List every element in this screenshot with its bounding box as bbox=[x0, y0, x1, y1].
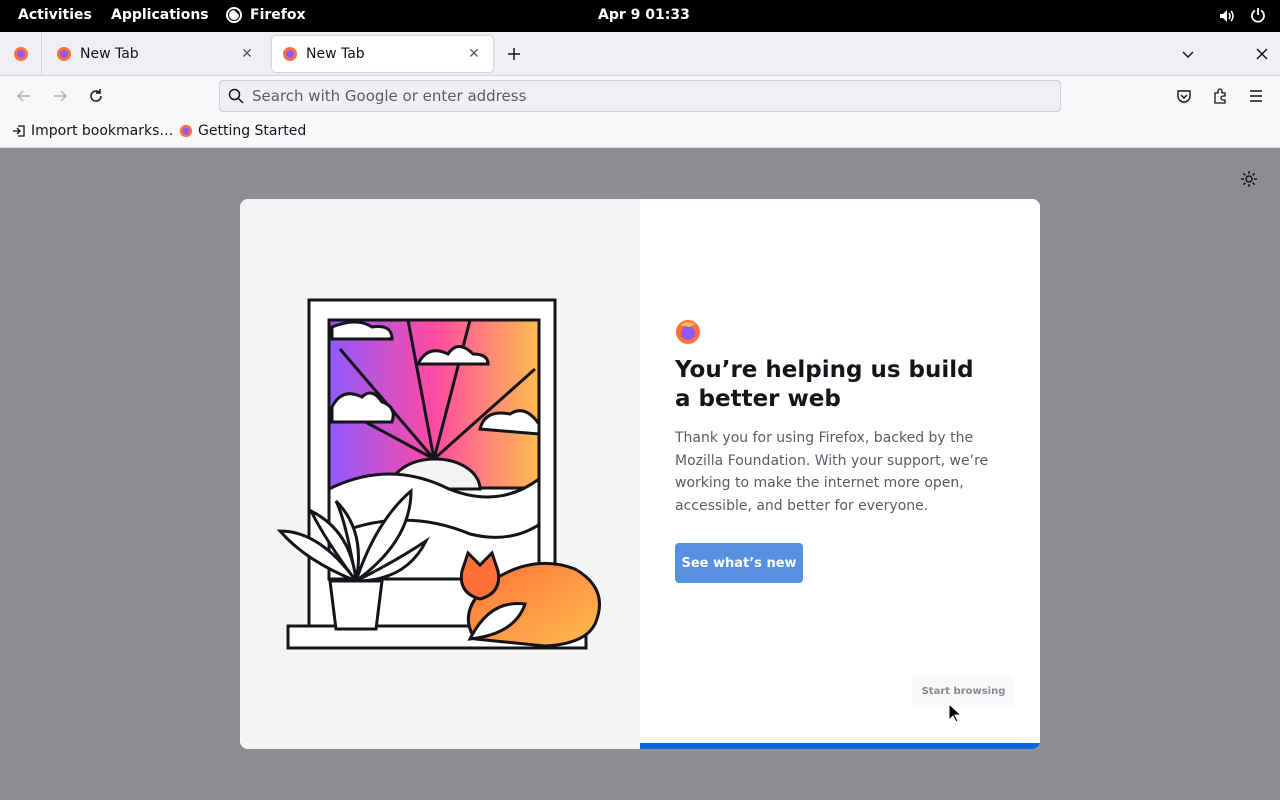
settings-button[interactable] bbox=[1239, 169, 1259, 189]
plus-icon bbox=[508, 48, 520, 60]
volume-icon bbox=[1220, 10, 1234, 22]
firefox-view-button[interactable] bbox=[0, 32, 42, 76]
gear-icon bbox=[1241, 171, 1257, 187]
app-menu-label: Firefox bbox=[250, 7, 306, 23]
gnome-top-bar: Activities Applications Firefox Apr 9 01… bbox=[0, 0, 1280, 32]
firefox-icon bbox=[226, 7, 242, 23]
pocket-icon bbox=[1177, 90, 1191, 103]
new-tab-button[interactable] bbox=[504, 44, 524, 64]
tab-label: New Tab bbox=[80, 46, 139, 62]
system-tray[interactable] bbox=[1218, 7, 1266, 25]
bookmark-import[interactable]: Import bookmarks… bbox=[12, 123, 173, 139]
window-fox-illustration bbox=[276, 298, 601, 650]
onboarding-dialog: You’re helping us build a better web Tha… bbox=[240, 199, 1040, 749]
reload-icon bbox=[90, 89, 102, 102]
onboarding-body: Thank you for using Firefox, backed by t… bbox=[675, 430, 989, 514]
forward-button[interactable] bbox=[50, 86, 70, 106]
content-panel: You’re helping us build a better web Tha… bbox=[640, 199, 1040, 749]
start-browsing-button[interactable]: Start browsing bbox=[912, 675, 1015, 707]
tab-new-tab-1[interactable]: New Tab ✕ bbox=[46, 36, 266, 72]
app-menu[interactable]: Firefox bbox=[226, 7, 306, 23]
import-icon bbox=[13, 125, 25, 137]
app-menu-button[interactable] bbox=[1246, 86, 1266, 106]
onboarding-headline: You’re helping us build a better web bbox=[675, 357, 974, 412]
extensions-button[interactable] bbox=[1210, 86, 1230, 106]
url-bar[interactable] bbox=[219, 80, 1061, 112]
puzzle-icon bbox=[1214, 88, 1226, 104]
page-content: You’re helping us build a better web Tha… bbox=[0, 148, 1280, 800]
illustration-panel bbox=[240, 199, 640, 749]
tab-label: New Tab bbox=[306, 46, 365, 62]
forward-arrow-icon bbox=[54, 90, 68, 102]
close-tab-icon[interactable]: ✕ bbox=[238, 45, 256, 63]
firefox-icon bbox=[179, 124, 193, 138]
navigation-toolbar bbox=[0, 76, 1280, 116]
firefox-icon bbox=[57, 47, 71, 61]
firefox-icon bbox=[676, 320, 700, 344]
onboarding-progress-bar bbox=[640, 743, 1040, 749]
mouse-cursor-icon bbox=[948, 703, 962, 723]
bookmark-label: Import bookmarks… bbox=[31, 123, 174, 139]
close-tab-icon[interactable]: ✕ bbox=[465, 45, 483, 63]
power-icon bbox=[1251, 8, 1265, 23]
activities-button[interactable]: Activities bbox=[18, 7, 92, 23]
bookmarks-toolbar: Import bookmarks… Getting Started bbox=[0, 116, 1280, 148]
progress-fill bbox=[640, 743, 1040, 749]
address-input[interactable] bbox=[252, 87, 1012, 105]
window-close-button[interactable] bbox=[1252, 44, 1272, 64]
bookmark-label: Getting Started bbox=[198, 123, 307, 139]
bookmark-getting-started[interactable]: Getting Started bbox=[179, 123, 306, 139]
list-all-tabs-button[interactable] bbox=[1178, 44, 1198, 64]
applications-menu[interactable]: Applications bbox=[111, 7, 209, 23]
reload-button[interactable] bbox=[86, 86, 106, 106]
chevron-down-icon bbox=[1182, 51, 1194, 59]
firefox-logo bbox=[675, 319, 701, 349]
pocket-button[interactable] bbox=[1174, 86, 1194, 106]
back-button[interactable] bbox=[14, 86, 34, 106]
tab-strip: New Tab ✕ New Tab ✕ bbox=[0, 32, 1280, 76]
clock[interactable]: Apr 9 01:33 bbox=[598, 7, 690, 23]
close-icon bbox=[1256, 48, 1268, 60]
search-icon bbox=[228, 88, 244, 104]
firefox-icon bbox=[283, 47, 297, 61]
firefox-icon bbox=[13, 47, 28, 61]
tab-new-tab-2[interactable]: New Tab ✕ bbox=[272, 36, 493, 72]
back-arrow-icon bbox=[16, 90, 30, 102]
hamburger-menu-icon bbox=[1250, 90, 1262, 102]
see-whats-new-button[interactable]: See what’s new bbox=[675, 543, 803, 583]
